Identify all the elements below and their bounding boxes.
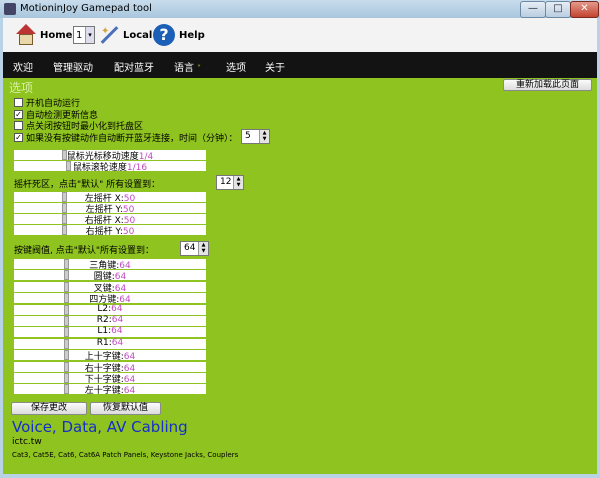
slider[interactable]: 叉键:64 xyxy=(14,281,206,294)
app-icon xyxy=(4,3,16,15)
home-icon xyxy=(15,24,37,46)
help-icon: ? xyxy=(153,24,175,46)
menu-language-label: 语言 xyxy=(174,63,194,74)
slider[interactable]: 下十字键:64 xyxy=(14,373,206,385)
wheel-speed-slider[interactable]: 鼠标滚轮速度1/16 xyxy=(14,160,206,173)
help-button[interactable]: ? Help xyxy=(153,24,205,46)
menu-manage-driver[interactable]: 管理驱动 xyxy=(53,59,93,74)
slider-value: 50 xyxy=(122,227,135,237)
help-label: Help xyxy=(179,29,205,41)
slider[interactable]: R1:64 xyxy=(14,338,206,349)
title-bar: MotioninJoy Gamepad tool — □ ✕ xyxy=(0,0,600,18)
spin-arrows-icon[interactable]: ▲ ▼ xyxy=(233,176,243,189)
page-title: 选项 xyxy=(9,81,34,95)
timeout-value: 5 xyxy=(245,131,251,141)
slider[interactable]: 右摇杆 X:50 xyxy=(14,214,206,226)
close-button[interactable]: ✕ xyxy=(570,1,599,18)
slider-value: 1/16 xyxy=(126,163,148,173)
ad-title-link[interactable]: Voice, Data, AV Cabling xyxy=(12,418,188,436)
slider-text: R2:64 xyxy=(14,315,206,325)
slider[interactable]: 左摇杆 Y:50 xyxy=(14,203,206,215)
save-changes-button[interactable]: 保存更改 xyxy=(11,402,87,415)
slider[interactable]: 右十字键:64 xyxy=(14,361,206,374)
home-button[interactable]: Home xyxy=(15,24,72,46)
slider-label: 左十字键: xyxy=(84,386,124,397)
option-label: 如果没有按键动作自动断开蓝牙连接，时间（分钟）： xyxy=(26,134,238,144)
option-checkbox[interactable] xyxy=(14,98,23,107)
slider[interactable]: 左摇杆 X:50 xyxy=(14,192,206,204)
slider-value: 64 xyxy=(111,315,124,325)
options-panel: 选项 重新加载此页面 开机自动运行 ✓ 自动检测更新信息 点关闭按钮时最小化到托… xyxy=(3,78,597,474)
slider-value: 64 xyxy=(123,386,136,397)
restore-defaults-button[interactable]: 恢复默认值 xyxy=(90,402,161,415)
menu-bar: 欢迎 管理驱动 配对蓝牙 语言 ˅ 选项 关于 xyxy=(3,52,597,78)
toolbar: Home 1 ▾ Local ? Help xyxy=(3,18,597,52)
slider-value: 64 xyxy=(111,303,123,314)
spin-arrows-icon[interactable]: ▲ ▼ xyxy=(259,130,269,143)
menu-language[interactable]: 语言 ˅ xyxy=(174,59,201,74)
chevron-down-icon: ˅ xyxy=(197,64,201,73)
bluetooth-icon xyxy=(99,24,121,46)
deadzone-stepper[interactable]: 12 ▲ ▼ xyxy=(216,175,244,190)
slider-text: 鼠标滚轮速度1/16 xyxy=(14,160,206,173)
slider-label: R1: xyxy=(96,337,112,348)
slider[interactable]: 左十字键:64 xyxy=(14,383,206,396)
reload-page-button[interactable]: 重新加载此页面 xyxy=(503,79,592,91)
threshold-value: 64 xyxy=(184,243,196,253)
slider-label: L1: xyxy=(97,326,112,337)
slider[interactable]: 四方键:64 xyxy=(14,293,206,305)
timeout-stepper[interactable]: 5 ▲ ▼ xyxy=(241,129,270,144)
slider-value: 64 xyxy=(111,326,123,337)
slider-label: 右摇杆 Y: xyxy=(85,227,123,237)
slider-label: R2: xyxy=(96,315,112,325)
slider[interactable]: 三角键:64 xyxy=(14,259,206,271)
option-checkbox[interactable] xyxy=(14,121,23,130)
slider-text: 右摇杆 Y:50 xyxy=(14,224,206,237)
threshold-stepper[interactable]: 64 ▲ ▼ xyxy=(180,241,209,256)
slider-text: 左十字键:64 xyxy=(14,383,206,396)
slider[interactable]: L2:64 xyxy=(14,304,206,315)
home-label: Home xyxy=(40,29,73,41)
menu-about[interactable]: 关于 xyxy=(265,59,285,74)
minimize-button[interactable]: — xyxy=(520,1,546,18)
slider[interactable]: R2:64 xyxy=(14,315,206,326)
spin-arrows-icon[interactable]: ▲ ▼ xyxy=(198,242,208,255)
controller-select-value: 1 xyxy=(76,30,83,41)
chevron-down-icon[interactable]: ▾ xyxy=(85,27,94,43)
slider-text: L1:64 xyxy=(14,326,206,336)
menu-welcome[interactable]: 欢迎 xyxy=(13,59,33,74)
deadzone-value: 12 xyxy=(220,177,232,187)
option-auto-disconnect[interactable]: ✓ 如果没有按键动作自动断开蓝牙连接，时间（分钟）： xyxy=(14,131,238,144)
slider-text: L2:64 xyxy=(14,304,206,314)
deadzone-label: 摇杆死区，点击"默认" 所有设置到： xyxy=(14,180,161,190)
slider[interactable]: L1:64 xyxy=(14,326,206,338)
menu-pair-bluetooth[interactable]: 配对蓝牙 xyxy=(114,59,154,74)
ad-url-link[interactable]: ictc.tw xyxy=(12,437,42,447)
menu-options[interactable]: 选项 xyxy=(226,59,246,74)
window-title: MotioninJoy Gamepad tool xyxy=(20,3,152,14)
controller-select[interactable]: 1 ▾ xyxy=(73,26,95,44)
ad-text: Cat3, Cat5E, Cat6, Cat6A Patch Panels, K… xyxy=(12,451,239,459)
local-label: Local xyxy=(123,29,153,41)
slider-label: L2: xyxy=(97,303,112,314)
slider[interactable]: 右摇杆 Y:50 xyxy=(14,224,206,237)
slider-text: R1:64 xyxy=(14,338,206,348)
app-window: MotioninJoy Gamepad tool — □ ✕ Home 1 ▾ … xyxy=(0,0,600,478)
option-checkbox[interactable]: ✓ xyxy=(14,110,23,119)
mouse-speed-slider[interactable]: 鼠标光标移动速度1/4 xyxy=(14,150,206,162)
slider[interactable]: 圆键:64 xyxy=(14,270,206,282)
slider-value: 64 xyxy=(111,337,124,348)
maximize-button[interactable]: □ xyxy=(545,1,571,18)
slider[interactable]: 上十字键:64 xyxy=(14,350,206,362)
local-button[interactable]: Local xyxy=(99,24,152,46)
option-checkbox[interactable]: ✓ xyxy=(14,133,23,142)
slider-label: 鼠标滚轮速度 xyxy=(72,163,127,173)
threshold-label: 按键阀值, 点击"默认"所有设置到： xyxy=(14,246,155,256)
